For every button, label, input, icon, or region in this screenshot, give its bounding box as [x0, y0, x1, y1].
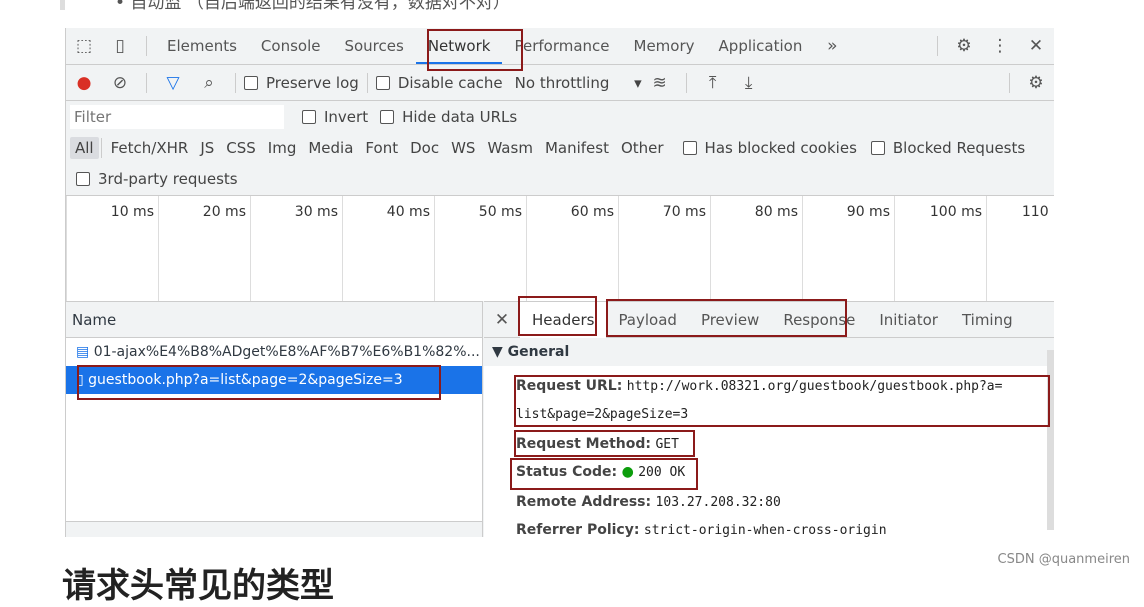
gear-icon[interactable]: ⚙	[952, 36, 976, 56]
blocked-cookies-checkbox[interactable]: Has blocked cookies	[682, 139, 857, 157]
article-text: • 自动监 （自后端返回的结果有没有，数据对不对）	[60, 0, 510, 13]
chevron-down-icon: ▾	[634, 73, 642, 92]
document-icon: ▤	[76, 344, 90, 360]
clear-icon[interactable]: ⊘	[108, 73, 132, 93]
type-filter-ws[interactable]: WS	[446, 137, 480, 159]
tab-initiator[interactable]: Initiator	[867, 302, 950, 338]
type-filter-doc[interactable]: Doc	[405, 137, 444, 159]
tab-console[interactable]: Console	[249, 28, 333, 64]
search-icon[interactable]: ⌕	[197, 73, 221, 93]
timeline-tick: 50 ms	[434, 196, 526, 302]
list-item[interactable]: ▤ 01-ajax%E4%B8%ADget%E8%AF%B7%E6%B1%82%…	[66, 338, 482, 366]
timeline-tick: 30 ms	[250, 196, 342, 302]
disable-cache-checkbox[interactable]: Disable cache	[375, 74, 503, 92]
highlight-box	[514, 375, 1050, 427]
type-filter-js[interactable]: JS	[195, 137, 219, 159]
close-icon[interactable]: ✕	[1024, 36, 1048, 56]
highlight-box	[606, 299, 847, 337]
remote-address-value: 103.27.208.32:80	[655, 495, 781, 510]
hide-data-urls-checkbox[interactable]: Hide data URLs	[380, 108, 517, 126]
tab-application[interactable]: Application	[707, 28, 815, 64]
status-bar	[66, 521, 482, 537]
devtools-panel: ⬚ ▯ Elements Console Sources Network Per…	[65, 28, 1054, 537]
type-filter-fetchxhr[interactable]: Fetch/XHR	[106, 137, 194, 159]
timeline-overview[interactable]: 10 ms 20 ms 30 ms 40 ms 50 ms 60 ms 70 ms 80 ms…	[66, 195, 1054, 302]
network-settings-icon[interactable]: ⚙	[1024, 73, 1048, 93]
filter-input[interactable]	[70, 105, 284, 129]
highlight-box	[510, 458, 698, 490]
name-column-header[interactable]: Name	[66, 302, 482, 338]
timeline-tick: 40 ms	[342, 196, 434, 302]
device-toolbar-icon[interactable]: ▯	[108, 36, 132, 56]
filter-icon[interactable]: ▽	[161, 73, 185, 93]
upload-icon[interactable]: ⤒	[701, 73, 725, 93]
tab-timing[interactable]: Timing	[950, 302, 1025, 338]
general-section-header[interactable]: ▼ General	[484, 338, 1054, 366]
inspect-icon[interactable]: ⬚	[72, 36, 96, 56]
request-list: Name ▤ 01-ajax%E4%B8%ADget%E8%AF%B7%E6%B…	[66, 301, 483, 537]
type-filter-img[interactable]: Img	[263, 137, 302, 159]
type-filter-other[interactable]: Other	[616, 137, 669, 159]
invert-checkbox[interactable]: Invert	[302, 108, 368, 126]
type-filter-css[interactable]: CSS	[221, 137, 261, 159]
preserve-log-checkbox[interactable]: Preserve log	[244, 74, 359, 92]
watermark: CSDN @quanmeiren	[997, 552, 1130, 567]
timeline-tick: 20 ms	[158, 196, 250, 302]
referrer-policy-value: strict-origin-when-cross-origin	[643, 523, 887, 537]
type-filter-manifest[interactable]: Manifest	[540, 137, 614, 159]
type-filter-media[interactable]: Media	[303, 137, 358, 159]
timeline-tick: 10 ms	[66, 196, 158, 302]
timeline-tick: 90 ms	[802, 196, 894, 302]
timeline-tick: 70 ms	[618, 196, 710, 302]
record-icon[interactable]: ●	[72, 73, 96, 93]
timeline-tick: 100 ms	[894, 196, 986, 302]
throttling-select[interactable]: No throttling ▾	[515, 74, 642, 92]
tab-memory[interactable]: Memory	[622, 28, 707, 64]
timeline-tick: 80 ms	[710, 196, 802, 302]
blocked-requests-checkbox[interactable]: Blocked Requests	[870, 139, 1025, 157]
referrer-policy-label: Referrer Policy:	[516, 522, 640, 537]
timeline-tick: 60 ms	[526, 196, 618, 302]
tab-sources[interactable]: Sources	[332, 28, 415, 64]
remote-address-label: Remote Address:	[516, 494, 652, 510]
third-party-checkbox[interactable]: 3rd-party requests	[76, 170, 238, 188]
article-heading: 请求头常见的类型	[62, 566, 334, 606]
download-icon[interactable]: ⤓	[737, 73, 761, 93]
network-conditions-icon[interactable]: ≋	[648, 73, 672, 93]
type-filter-font[interactable]: Font	[360, 137, 403, 159]
more-tabs-icon[interactable]: »	[820, 36, 844, 56]
type-filter-wasm[interactable]: Wasm	[482, 137, 538, 159]
timeline-tick: 110 ms	[986, 196, 1054, 302]
type-filter-all[interactable]: All	[70, 137, 99, 159]
highlight-box	[514, 430, 695, 457]
highlight-box	[77, 365, 441, 400]
close-details-icon[interactable]: ✕	[490, 310, 514, 330]
kebab-menu-icon[interactable]: ⋮	[988, 36, 1012, 56]
tab-elements[interactable]: Elements	[155, 28, 249, 64]
highlight-box	[518, 296, 597, 336]
